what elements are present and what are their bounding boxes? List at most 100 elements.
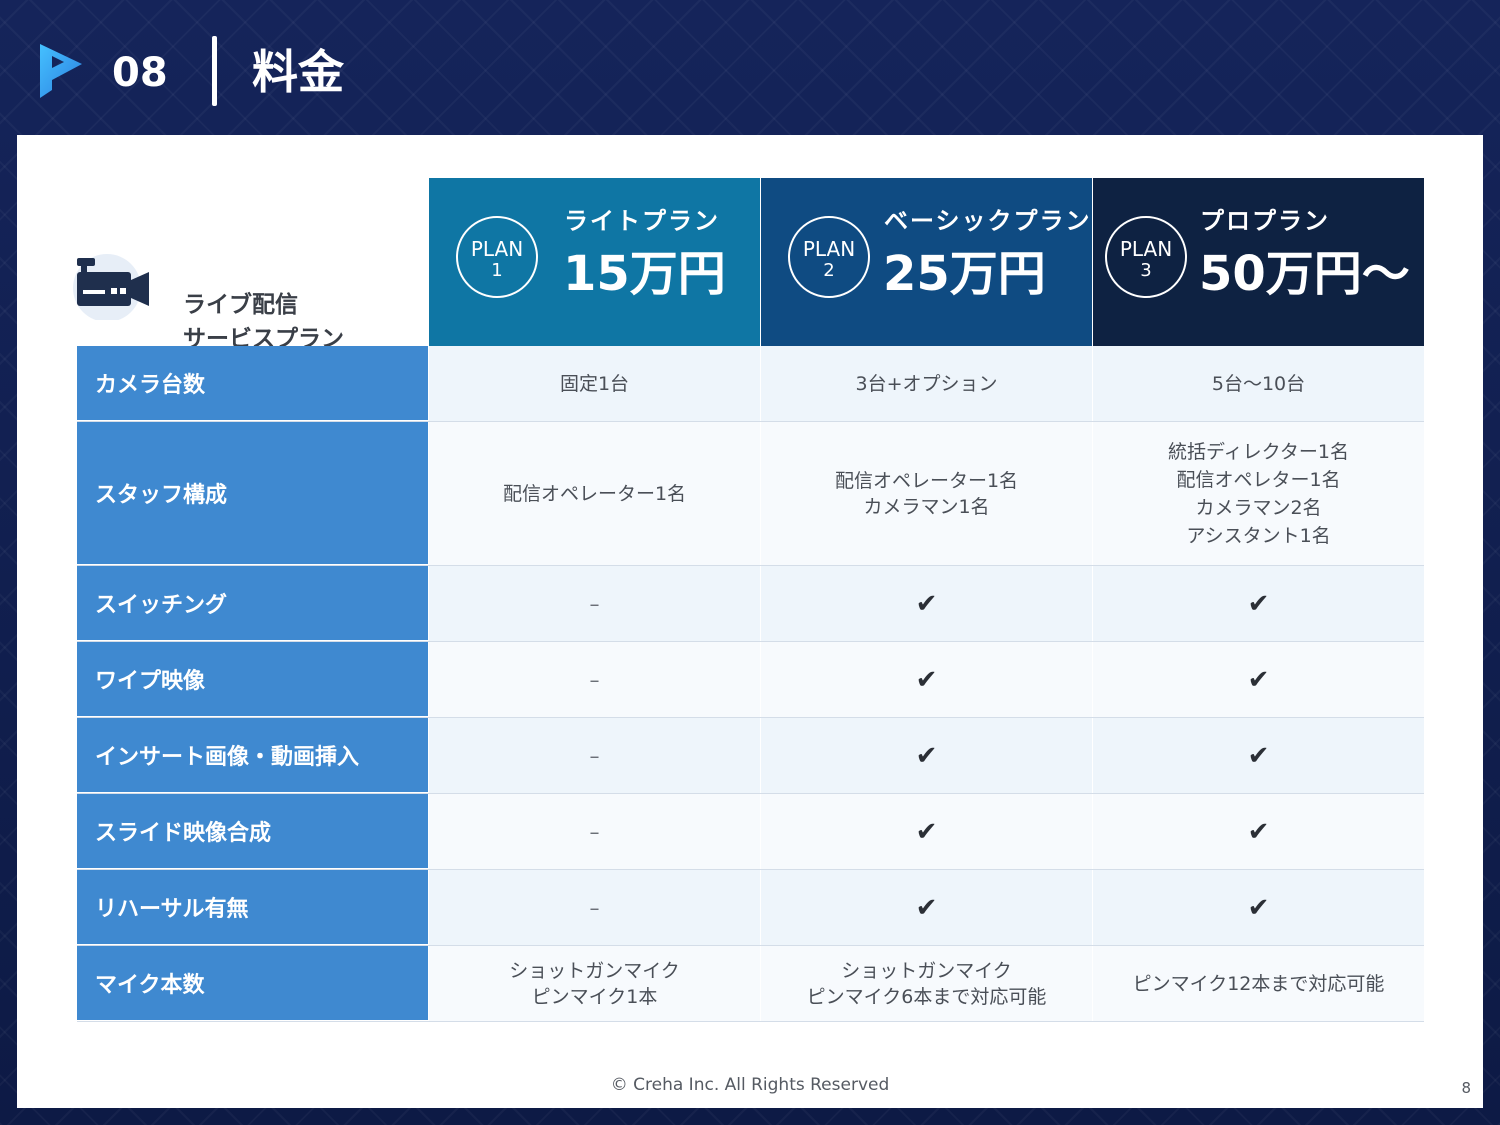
copyright-text: © Creha Inc. All Rights Reserved bbox=[610, 1075, 890, 1095]
cell-text: ショットガンマイク bbox=[509, 959, 680, 982]
table-cell-plan-3: ✔ bbox=[1093, 794, 1424, 869]
page-number: 8 bbox=[1461, 1079, 1471, 1097]
cell-text: 5台〜10台 bbox=[1211, 372, 1306, 395]
table-cell-plan-1: 固定1台 bbox=[429, 346, 760, 421]
table-cell-plan-1: – bbox=[429, 642, 760, 717]
section-number: 08 bbox=[112, 50, 168, 96]
plan-badge-number: 3 bbox=[1140, 260, 1152, 281]
brand-logo-icon bbox=[40, 44, 82, 98]
cell-text: ピンマイク12本まで対応可能 bbox=[1132, 972, 1385, 995]
plan-price: 15万円 bbox=[563, 246, 726, 302]
row-label: リハーサル有無 bbox=[77, 870, 428, 945]
table-cell-plan-2: ✔ bbox=[761, 794, 1092, 869]
table-row: マイク本数 ショットガンマイク ピンマイク1本 ショットガンマイク ピンマイク6本まで対… bbox=[77, 946, 1424, 1022]
check-mark-icon: ✔ bbox=[1247, 740, 1270, 771]
check-mark-icon: ✔ bbox=[1247, 588, 1270, 619]
check-mark-icon: ✔ bbox=[915, 664, 938, 695]
table-title-line1: ライブ配信 bbox=[183, 292, 298, 318]
row-label: ワイプ映像 bbox=[77, 642, 428, 717]
cell-text: 統括ディレクター1名 bbox=[1168, 440, 1349, 463]
table-row: リハーサル有無 – ✔ ✔ bbox=[77, 870, 1424, 946]
plan-price: 25万円 bbox=[883, 246, 1046, 302]
cell-text: 配信オペレーター1名 bbox=[502, 482, 687, 505]
table-corner: ライブ配信 サービスプラン bbox=[73, 178, 428, 352]
table-cell-plan-2: ✔ bbox=[761, 870, 1092, 945]
table-cell-plan-2: 配信オペレーター1名 カメラマン1名 bbox=[761, 422, 1092, 565]
slide-header: 08 料金 bbox=[0, 0, 1500, 135]
table-cell-plan-2: ショットガンマイクピンマイク6本まで対応可能 bbox=[761, 946, 1092, 1021]
table-cell-plan-1: – bbox=[429, 718, 760, 793]
comparison-table: カメラ台数 固定1台 3台+オプション 5台〜10台 スタッフ構成 配信オペレーター1名配… bbox=[77, 346, 1424, 1022]
table-cell-plan-3: ピンマイク12本まで対応可能 bbox=[1093, 946, 1424, 1021]
table-cell-plan-3: ✔ bbox=[1093, 566, 1424, 641]
cell-text: カメラマン1名 bbox=[863, 495, 990, 518]
plan-badge: PLAN 2 bbox=[788, 216, 870, 298]
row-label: カメラ台数 bbox=[77, 346, 428, 421]
plan-badge: PLAN 1 bbox=[456, 216, 538, 298]
row-label: スイッチング bbox=[77, 566, 428, 641]
pricing-card: ライブ配信 サービスプラン PLAN 1 ライトプラン 15万円 PLAN 2 … bbox=[17, 135, 1483, 1108]
cell-text: ピンマイク6本まで対応可能 bbox=[806, 985, 1047, 1008]
check-mark-icon: ✔ bbox=[915, 588, 938, 619]
cell-text: ショットガンマイク bbox=[841, 959, 1012, 982]
plan-price: 50万円〜 bbox=[1199, 246, 1410, 302]
table-cell-plan-2: ✔ bbox=[761, 566, 1092, 641]
table-cell-plan-2: ✔ bbox=[761, 718, 1092, 793]
cell-text: カメラマン2名 bbox=[1195, 496, 1322, 519]
table-cell-plan-1: 配信オペレーター1名 bbox=[429, 422, 760, 565]
table-cell-plan-3: 統括ディレクター1名 配信オペレター1名 カメラマン2名 アシスタント1名 bbox=[1093, 422, 1424, 565]
plan-name: ライトプラン bbox=[564, 207, 720, 235]
plan-header-3: PLAN 3 プロプラン 50万円〜 bbox=[1093, 178, 1424, 346]
not-included-dash: – bbox=[589, 667, 600, 692]
plan-badge-number: 2 bbox=[823, 260, 835, 281]
row-label: インサート画像・動画挿入 bbox=[77, 718, 428, 793]
table-cell-plan-1: – bbox=[429, 794, 760, 869]
table-row: スライド映像合成 – ✔ ✔ bbox=[77, 794, 1424, 870]
table-cell-plan-1: – bbox=[429, 566, 760, 641]
plan-name: プロプラン bbox=[1200, 207, 1330, 235]
not-included-dash: – bbox=[589, 591, 600, 616]
plan-header-2: PLAN 2 ベーシックプラン 25万円 bbox=[761, 178, 1092, 346]
not-included-dash: – bbox=[589, 743, 600, 768]
table-cell-plan-1: ショットガンマイク ピンマイク1本 bbox=[429, 946, 760, 1021]
row-label: スライド映像合成 bbox=[77, 794, 428, 869]
table-row: カメラ台数 固定1台 3台+オプション 5台〜10台 bbox=[77, 346, 1424, 422]
plan-name: ベーシックプラン bbox=[884, 207, 1092, 235]
plan-header-1: PLAN 1 ライトプラン 15万円 bbox=[429, 178, 760, 346]
table-row: ワイプ映像 – ✔ ✔ bbox=[77, 642, 1424, 718]
table-row: インサート画像・動画挿入 – ✔ ✔ bbox=[77, 718, 1424, 794]
table-cell-plan-3: ✔ bbox=[1093, 870, 1424, 945]
cell-text: 配信オペレーター1名 bbox=[834, 469, 1019, 492]
check-mark-icon: ✔ bbox=[915, 892, 938, 923]
header-divider bbox=[212, 36, 217, 106]
not-included-dash: – bbox=[589, 819, 600, 844]
plan-badge-label: PLAN bbox=[1119, 237, 1173, 261]
cell-text: 3台+オプション bbox=[855, 372, 998, 395]
check-mark-icon: ✔ bbox=[915, 816, 938, 847]
table-cell-plan-2: ✔ bbox=[761, 642, 1092, 717]
table-row: スタッフ構成 配信オペレーター1名 配信オペレーター1名 カメラマン1名 統括ディレクタ… bbox=[77, 422, 1424, 566]
plan-badge-label: PLAN bbox=[470, 237, 524, 261]
plan-badge-label: PLAN bbox=[802, 237, 856, 261]
plan-badge: PLAN 3 bbox=[1105, 216, 1187, 298]
table-row: スイッチング – ✔ ✔ bbox=[77, 566, 1424, 642]
check-mark-icon: ✔ bbox=[1247, 664, 1270, 695]
not-included-dash: – bbox=[589, 895, 600, 920]
cell-text: 固定1台 bbox=[559, 372, 630, 395]
table-cell-plan-3: 5台〜10台 bbox=[1093, 346, 1424, 421]
table-cell-plan-3: ✔ bbox=[1093, 718, 1424, 793]
cell-text: 配信オペレター1名 bbox=[1176, 468, 1341, 491]
section-title: 料金 bbox=[252, 45, 344, 99]
cell-text: アシスタント1名 bbox=[1186, 524, 1331, 547]
row-label: スタッフ構成 bbox=[77, 422, 428, 565]
video-camera-icon bbox=[73, 254, 149, 320]
cell-text: ピンマイク1本 bbox=[531, 985, 658, 1008]
plan-badge-number: 1 bbox=[491, 260, 503, 281]
table-cell-plan-2: 3台+オプション bbox=[761, 346, 1092, 421]
table-cell-plan-3: ✔ bbox=[1093, 642, 1424, 717]
check-mark-icon: ✔ bbox=[915, 740, 938, 771]
table-cell-plan-1: – bbox=[429, 870, 760, 945]
check-mark-icon: ✔ bbox=[1247, 892, 1270, 923]
check-mark-icon: ✔ bbox=[1247, 816, 1270, 847]
row-label: マイク本数 bbox=[77, 946, 428, 1021]
